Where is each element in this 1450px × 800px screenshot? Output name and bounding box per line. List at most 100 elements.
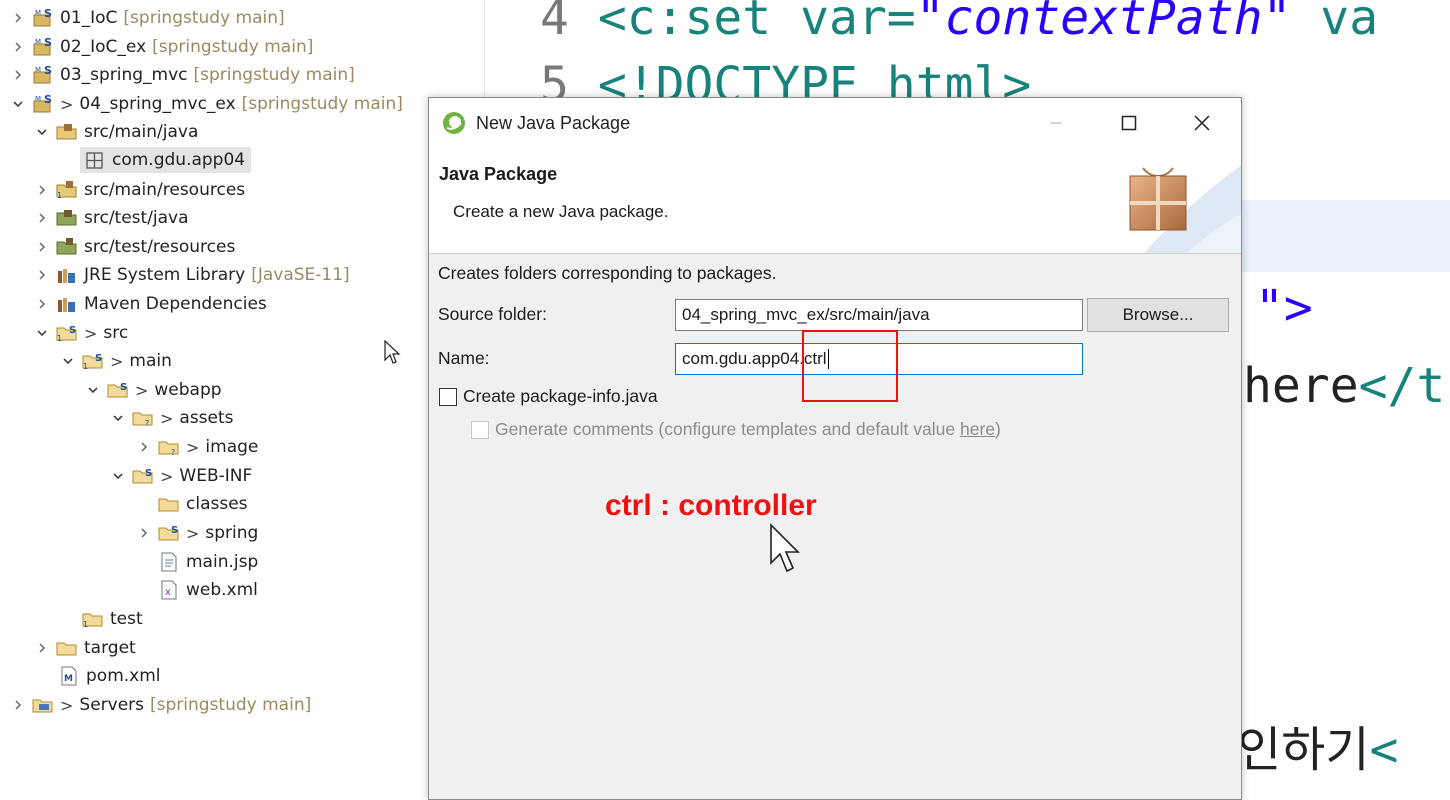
tree-item-03-spring-mvc[interactable]: MS 03_spring_mvc [springstudy main]	[10, 62, 355, 88]
svg-text:S: S	[44, 94, 52, 106]
create-package-info-checkbox[interactable]	[439, 388, 457, 406]
tree-item-jre-system-library[interactable]: JRE System Library [JavaSE-11]	[34, 262, 350, 288]
tree-item-maven-dependencies[interactable]: Maven Dependencies	[34, 291, 267, 317]
folder-icon: 1S	[56, 323, 78, 343]
tree-item-spring[interactable]: S > spring	[136, 520, 258, 546]
minimize-button[interactable]	[1036, 108, 1076, 138]
chevron-down-icon[interactable]	[34, 325, 50, 341]
source-folder-value: 04_spring_mvc_ex/src/main/java	[682, 305, 930, 324]
tree-item-pom-xml[interactable]: M pom.xml	[58, 663, 161, 689]
source-folder-field[interactable]: 04_spring_mvc_ex/src/main/java	[675, 299, 1083, 331]
code-string: ">	[1255, 280, 1313, 336]
package-wizard-icon	[1127, 166, 1189, 239]
tree-item-02-ioc-ex[interactable]: MS 02_IoC_ex [springstudy main]	[10, 34, 313, 60]
generate-comments-checkbox[interactable]	[471, 421, 489, 439]
tree-item-src-main-resources[interactable]: 1 src/main/resources	[34, 177, 245, 203]
minimize-icon	[1050, 122, 1062, 124]
code-tag: <c:set	[597, 0, 772, 46]
tree-item-src-test-resources[interactable]: src/test/resources	[34, 234, 235, 260]
chevron-right-icon[interactable]	[34, 239, 50, 255]
svg-text:1: 1	[83, 362, 88, 371]
close-button[interactable]	[1182, 108, 1222, 138]
folder-icon: ?	[132, 408, 154, 428]
git-change-marker: >	[110, 351, 124, 371]
repo-decoration: [springstudy main]	[241, 94, 403, 114]
tree-item-label: src/main/java	[84, 122, 199, 142]
test-source-folder-icon	[56, 208, 78, 228]
chevron-right-icon[interactable]	[34, 267, 50, 283]
chevron-right-icon[interactable]	[10, 697, 26, 713]
folder-icon: 1S	[82, 351, 104, 371]
svg-text:M: M	[35, 95, 41, 103]
folder-icon: S	[158, 523, 180, 543]
chevron-right-icon[interactable]	[136, 525, 152, 541]
library-icon	[56, 294, 78, 314]
generate-comments-label: Generate comments (configure templates a…	[495, 419, 1001, 440]
tree-item-label: spring	[205, 523, 259, 543]
svg-text:S: S	[95, 353, 102, 364]
folder-icon: S	[132, 466, 154, 486]
generate-comments-end: )	[995, 419, 1001, 439]
chevron-down-icon[interactable]	[60, 353, 76, 369]
svg-text:1: 1	[83, 620, 88, 629]
tree-item-web-inf[interactable]: S > WEB-INF	[110, 463, 252, 489]
tree-item-label: src/test/java	[84, 208, 189, 228]
tree-item-label: web.xml	[186, 580, 258, 600]
chevron-down-icon[interactable]	[110, 410, 126, 426]
tree-item-main-jsp[interactable]: main.jsp	[158, 549, 258, 575]
code-attribute: var=	[800, 0, 916, 46]
chevron-right-icon[interactable]	[136, 439, 152, 455]
tree-item-test[interactable]: 1 test	[82, 606, 143, 632]
tree-item-main[interactable]: 1S > main	[60, 348, 172, 374]
chevron-down-icon[interactable]	[110, 468, 126, 484]
tree-item-image[interactable]: ? > image	[136, 434, 258, 460]
chevron-right-icon[interactable]	[10, 39, 26, 55]
chevron-right-icon[interactable]	[34, 640, 50, 656]
templates-link[interactable]: here	[960, 419, 995, 439]
chevron-down-icon[interactable]	[34, 124, 50, 140]
repo-decoration: [springstudy main]	[150, 695, 312, 715]
tree-item-04-spring-mvc-ex[interactable]: MS > 04_spring_mvc_ex [springstudy main]	[10, 91, 403, 117]
tree-item-src[interactable]: 1S > src	[34, 320, 128, 346]
chevron-right-icon[interactable]	[34, 182, 50, 198]
tree-item-web-xml[interactable]: x web.xml	[158, 577, 258, 603]
tree-item-servers[interactable]: > Servers [springstudy main]	[10, 692, 311, 718]
tree-item-classes[interactable]: classes	[158, 491, 248, 517]
svg-text:?: ?	[171, 448, 175, 457]
tree-item-target[interactable]: target	[34, 635, 136, 661]
dialog-titlebar[interactable]: New Java Package	[429, 98, 1241, 150]
chevron-right-icon[interactable]	[10, 67, 26, 83]
git-change-marker: >	[160, 466, 174, 486]
tree-item-src-main-java[interactable]: src/main/java	[34, 119, 198, 145]
tree-item-01-ioc[interactable]: MS 01_IoC [springstudy main]	[10, 5, 285, 31]
svg-text:S: S	[44, 65, 52, 77]
servers-folder-icon	[32, 695, 54, 715]
chevron-right-icon[interactable]	[34, 210, 50, 226]
chevron-right-icon[interactable]	[10, 10, 26, 26]
tree-item-webapp[interactable]: S > webapp	[85, 377, 222, 403]
chevron-down-icon[interactable]	[10, 96, 26, 112]
chevron-down-icon[interactable]	[85, 382, 101, 398]
source-folder-label: Source folder:	[438, 304, 547, 324]
code-string: "contextPath"	[915, 0, 1292, 46]
tree-item-label: webapp	[154, 380, 222, 400]
svg-text:M: M	[35, 66, 41, 74]
line-number: 4	[540, 0, 569, 46]
git-change-marker: >	[60, 695, 74, 715]
code-fragment-korean: 인하기<	[1237, 720, 1398, 780]
tree-item-assets[interactable]: ? > assets	[110, 405, 234, 431]
tree-item-com-gdu-app04[interactable]: com.gdu.app04	[80, 147, 252, 173]
maximize-button[interactable]	[1109, 108, 1149, 138]
package-icon	[84, 150, 106, 170]
tree-item-label: Maven Dependencies	[84, 294, 267, 314]
tree-item-label: src/main/resources	[84, 180, 246, 200]
browse-button[interactable]: Browse...	[1087, 298, 1229, 332]
name-label: Name:	[438, 348, 490, 368]
svg-text:M: M	[35, 38, 41, 46]
chevron-right-icon[interactable]	[34, 296, 50, 312]
tree-item-src-test-java[interactable]: src/test/java	[34, 205, 189, 231]
git-change-marker: >	[186, 437, 200, 457]
browse-button-label: Browse...	[1122, 305, 1194, 324]
tree-item-label: 04_spring_mvc_ex	[79, 94, 236, 114]
folder-icon: ?	[158, 437, 180, 457]
